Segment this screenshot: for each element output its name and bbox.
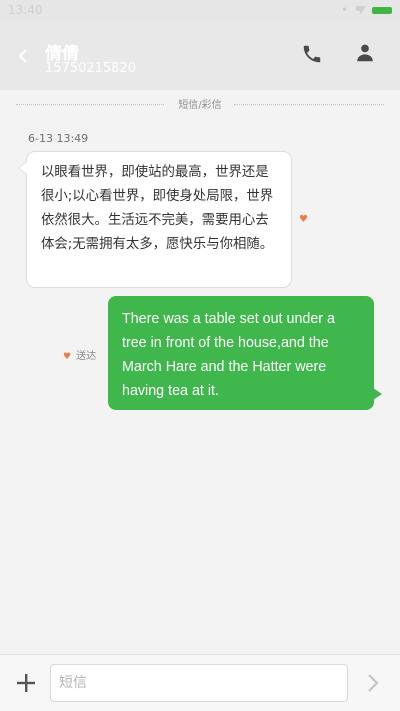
incoming-message-text: 以眼看世界，即使站的最高，世界还是很小;以心看世界，即使身处局限，世界依然很大。…: [41, 165, 274, 252]
outgoing-message-bubble[interactable]: There was a table set out under a tree i…: [108, 296, 382, 410]
chevron-left-icon[interactable]: [17, 50, 29, 62]
status-bar: 13:40 • •: [0, 0, 400, 22]
message-input[interactable]: [50, 664, 348, 702]
outgoing-message-text: There was a table set out under a tree i…: [122, 311, 335, 399]
delivery-status: ♥ 送达: [63, 347, 96, 362]
person-icon[interactable]: [354, 42, 376, 64]
phone-icon[interactable]: [301, 43, 323, 65]
bubble-tail: [373, 388, 382, 400]
message-composer: [0, 654, 400, 711]
incoming-message-bubble[interactable]: 以眼看世界，即使站的最高，世界还是很小;以心看世界，即使身处局限，世界依然很大。…: [18, 151, 292, 288]
message-type-separator: 短信/彩信: [16, 96, 384, 112]
heart-icon: ♥: [63, 352, 72, 362]
message-timestamp: 6-13 13:49: [28, 132, 89, 145]
sms-conversation-screen: 13:40 • • 倩倩 15750215820 短信/彩信 6-13 13:4…: [0, 0, 400, 711]
heart-icon: ♥: [299, 214, 308, 225]
separator-line: [234, 104, 384, 105]
conversation-header: 倩倩 15750215820: [0, 22, 400, 90]
contact-number: 15750215820: [45, 61, 136, 76]
status-time: 13:40: [8, 3, 43, 17]
bubble-tail: [19, 162, 27, 174]
send-chevron-icon[interactable]: [366, 674, 380, 692]
plus-icon[interactable]: [14, 671, 38, 695]
delivery-status-label: 送达: [76, 351, 97, 362]
battery-icon: [372, 7, 392, 14]
wifi-icon: [356, 6, 366, 14]
